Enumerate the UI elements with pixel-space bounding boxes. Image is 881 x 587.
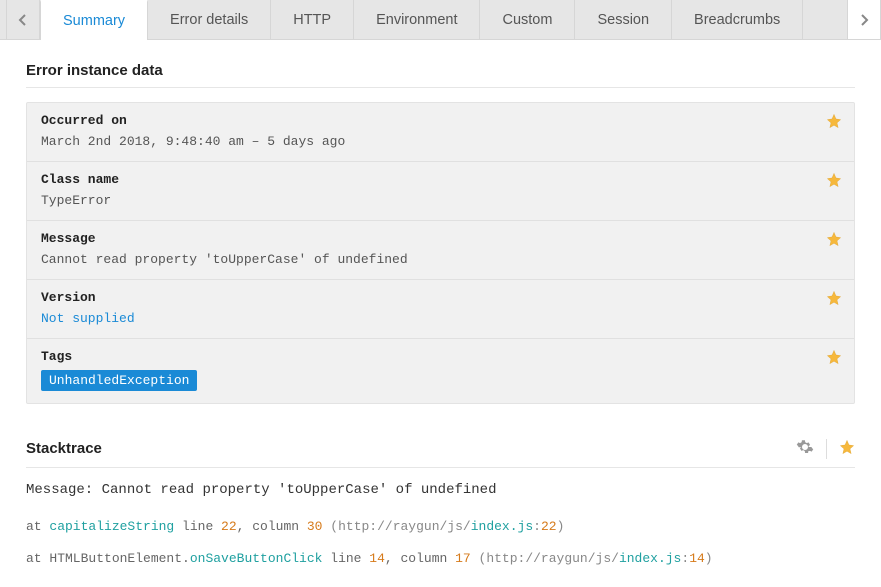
gear-icon: [796, 438, 814, 456]
star-icon: [826, 290, 842, 306]
row-label: Class name: [41, 172, 840, 187]
tabs-scroll-left[interactable]: [6, 0, 40, 39]
error-instance-block: Occurred on March 2nd 2018, 9:48:40 am –…: [26, 102, 855, 404]
star-toggle[interactable]: [826, 349, 842, 369]
frame-text: ): [557, 519, 565, 534]
frame-at: at: [26, 519, 49, 534]
chevron-right-icon: [858, 14, 870, 26]
stacktrace-message: Message: Cannot read property 'toUpperCa…: [26, 482, 855, 498]
row-value: Cannot read property 'toUpperCase' of un…: [41, 252, 840, 267]
tab-summary[interactable]: Summary: [40, 0, 148, 39]
row-class-name: Class name TypeError: [27, 162, 854, 221]
star-toggle[interactable]: [826, 113, 842, 133]
frame-text: (http://raygun/js/: [471, 551, 619, 566]
stack-msg-body: Cannot read property 'toUpperCase' of un…: [102, 482, 497, 498]
row-label: Version: [41, 290, 840, 305]
row-occurred-on: Occurred on March 2nd 2018, 9:48:40 am –…: [27, 103, 854, 162]
frame-text: , column: [237, 519, 307, 534]
star-icon: [826, 349, 842, 365]
stack-frame: at capitalizeString line 22, column 30 (…: [26, 516, 855, 538]
row-value-link[interactable]: Not supplied: [41, 311, 840, 326]
tab-error-details[interactable]: Error details: [148, 0, 271, 39]
chevron-left-icon: [17, 14, 29, 26]
row-label: Tags: [41, 349, 840, 364]
row-message: Message Cannot read property 'toUpperCas…: [27, 221, 854, 280]
star-icon: [839, 439, 855, 455]
stack-frame: at HTMLButtonElement.onSaveButtonClick l…: [26, 548, 855, 570]
tab-custom[interactable]: Custom: [480, 0, 575, 39]
tab-environment[interactable]: Environment: [354, 0, 480, 39]
tab-breadcrumbs[interactable]: Breadcrumbs: [672, 0, 803, 39]
tabs-scroll-right[interactable]: [847, 0, 881, 39]
frame-line: 14: [369, 551, 385, 566]
frame-column: 17: [455, 551, 471, 566]
row-label: Message: [41, 231, 840, 246]
star-icon: [826, 113, 842, 129]
star-icon: [826, 172, 842, 188]
tab-http[interactable]: HTTP: [271, 0, 354, 39]
frame-text: line: [322, 551, 369, 566]
tab-session[interactable]: Session: [575, 0, 672, 39]
frame-class: HTMLButtonElement.: [49, 551, 189, 566]
divider: [826, 439, 827, 459]
row-version: Version Not supplied: [27, 280, 854, 339]
frame-file: index.js: [619, 551, 681, 566]
frame-file: index.js: [471, 519, 533, 534]
row-tags: Tags UnhandledException: [27, 339, 854, 403]
frame-line: 22: [541, 519, 557, 534]
tag-chip[interactable]: UnhandledException: [41, 370, 197, 391]
star-toggle[interactable]: [826, 290, 842, 310]
stack-msg-prefix: Message:: [26, 482, 102, 498]
frame-text: (http://raygun/js/: [322, 519, 470, 534]
frame-text: :: [533, 519, 541, 534]
section-actions: [796, 438, 855, 459]
section-header-error-instance: Error instance data: [26, 62, 855, 88]
row-value: UnhandledException: [41, 370, 840, 391]
frame-line: 14: [689, 551, 705, 566]
settings-button[interactable]: [796, 438, 814, 459]
frame-function: onSaveButtonClick: [190, 551, 323, 566]
star-toggle[interactable]: [826, 172, 842, 192]
frame-at: at: [26, 551, 49, 566]
section-title: Error instance data: [26, 62, 163, 79]
frame-text: , column: [385, 551, 455, 566]
section-title: Stacktrace: [26, 440, 102, 457]
frame-line: 22: [221, 519, 237, 534]
tabs-bar: Summary Error details HTTP Environment C…: [0, 0, 881, 40]
row-value: March 2nd 2018, 9:48:40 am – 5 days ago: [41, 134, 840, 149]
row-value: TypeError: [41, 193, 840, 208]
star-toggle[interactable]: [826, 231, 842, 251]
section-header-stacktrace: Stacktrace: [26, 438, 855, 468]
star-toggle[interactable]: [839, 439, 855, 458]
frame-text: line: [174, 519, 221, 534]
frame-function: capitalizeString: [49, 519, 174, 534]
star-icon: [826, 231, 842, 247]
frame-column: 30: [307, 519, 323, 534]
row-label: Occurred on: [41, 113, 840, 128]
frame-text: ): [705, 551, 713, 566]
